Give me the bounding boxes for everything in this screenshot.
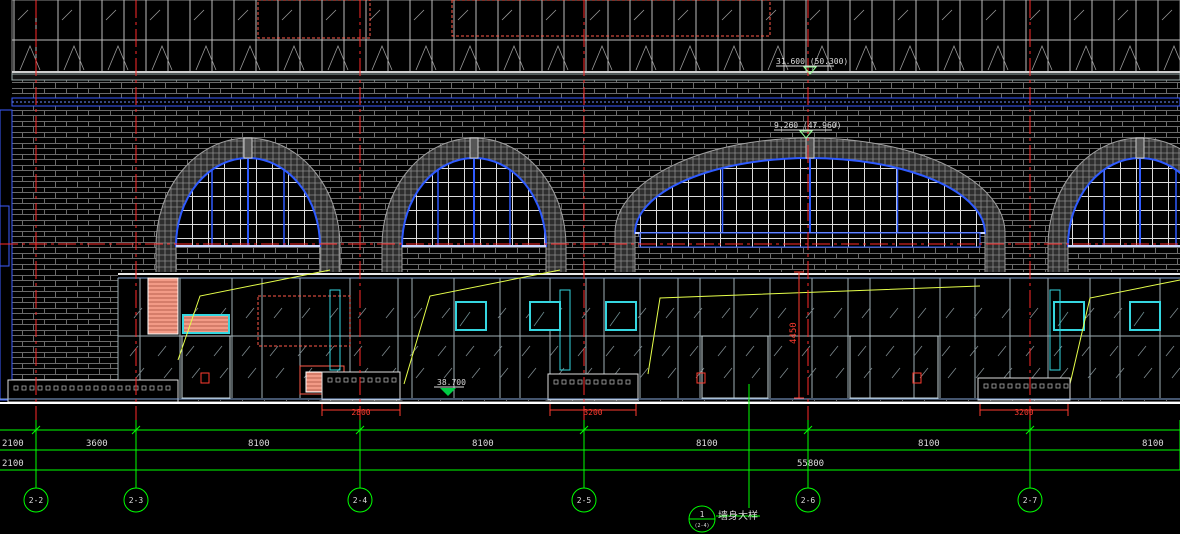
arch-window-glazing bbox=[639, 232, 981, 248]
axis-bubble-label: 2-3 bbox=[129, 496, 144, 505]
elevation-canvas[interactable]: 31.600 (50.300) 9.260 (47.960) 38.700 44… bbox=[0, 0, 1180, 534]
storefront bbox=[0, 269, 1180, 404]
keystone bbox=[1135, 137, 1145, 159]
cad-elevation-drawing: 31.600 (50.300) 9.260 (47.960) 38.700 44… bbox=[0, 0, 1180, 534]
planter-box bbox=[547, 373, 639, 401]
axis-bubble[interactable]: 2-6 bbox=[795, 487, 821, 513]
upper-curtain-wall bbox=[11, 0, 1180, 75]
dim-row1-label: 8100 bbox=[248, 439, 270, 449]
axis-bubble-label: 2-2 bbox=[29, 496, 44, 505]
dim-row1-label: 8100 bbox=[696, 439, 718, 449]
dim-row1-label: 3600 bbox=[86, 439, 108, 449]
axis-bubble-label: 2-7 bbox=[1023, 496, 1038, 505]
planter-box bbox=[321, 371, 401, 401]
axis-bubble[interactable]: 2-4 bbox=[347, 487, 373, 513]
stair-dim-label: 3200 bbox=[583, 408, 602, 417]
elevation-label-arch: 9.260 (47.960) bbox=[774, 121, 841, 130]
keystone bbox=[243, 137, 253, 159]
axis-bubble-label: 2-4 bbox=[353, 496, 368, 505]
section-number: 1 bbox=[700, 510, 705, 519]
axis-bubble[interactable]: 2-5 bbox=[571, 487, 597, 513]
keystone bbox=[469, 137, 479, 159]
dim-total-label: 55800 bbox=[797, 459, 824, 469]
section-label: 墙身大样 bbox=[718, 509, 758, 522]
axis-bubble-label: 2-5 bbox=[577, 496, 592, 505]
planter-box bbox=[977, 377, 1071, 401]
dim-row1-label: 8100 bbox=[472, 439, 494, 449]
axis-bubble[interactable]: 2-2 bbox=[23, 487, 49, 513]
stair-dimensions: 2800 3200 3200 bbox=[321, 404, 1069, 417]
stair-dim-label: 2800 bbox=[351, 408, 370, 417]
keystone bbox=[805, 137, 815, 159]
elevation-label-ground: 38.700 bbox=[437, 378, 466, 387]
dim-row2-left-label: 2100 bbox=[2, 459, 24, 469]
axis-bubble[interactable]: 2-7 bbox=[1017, 487, 1043, 513]
dim-row1-label: 8100 bbox=[918, 439, 940, 449]
section-sub: (2-4) bbox=[694, 523, 709, 529]
door-height-label: 4450 bbox=[789, 322, 799, 344]
axis-grid: 2100 3600 8100 8100 8100 8100 8100 2100 55800 … bbox=[0, 420, 1180, 513]
dim-row1-label: 8100 bbox=[1142, 439, 1164, 449]
dim-row1-label: 2100 bbox=[2, 439, 24, 449]
axis-bubble[interactable]: 2-3 bbox=[123, 487, 149, 513]
section-marker[interactable]: 1 (2-4) 墙身大样 bbox=[688, 384, 760, 533]
stair-dim-label: 3200 bbox=[1014, 408, 1033, 417]
hatched-panel bbox=[147, 277, 179, 335]
elevation-label-top: 31.600 (50.300) bbox=[776, 57, 848, 66]
axis-bubble-label: 2-6 bbox=[801, 496, 816, 505]
